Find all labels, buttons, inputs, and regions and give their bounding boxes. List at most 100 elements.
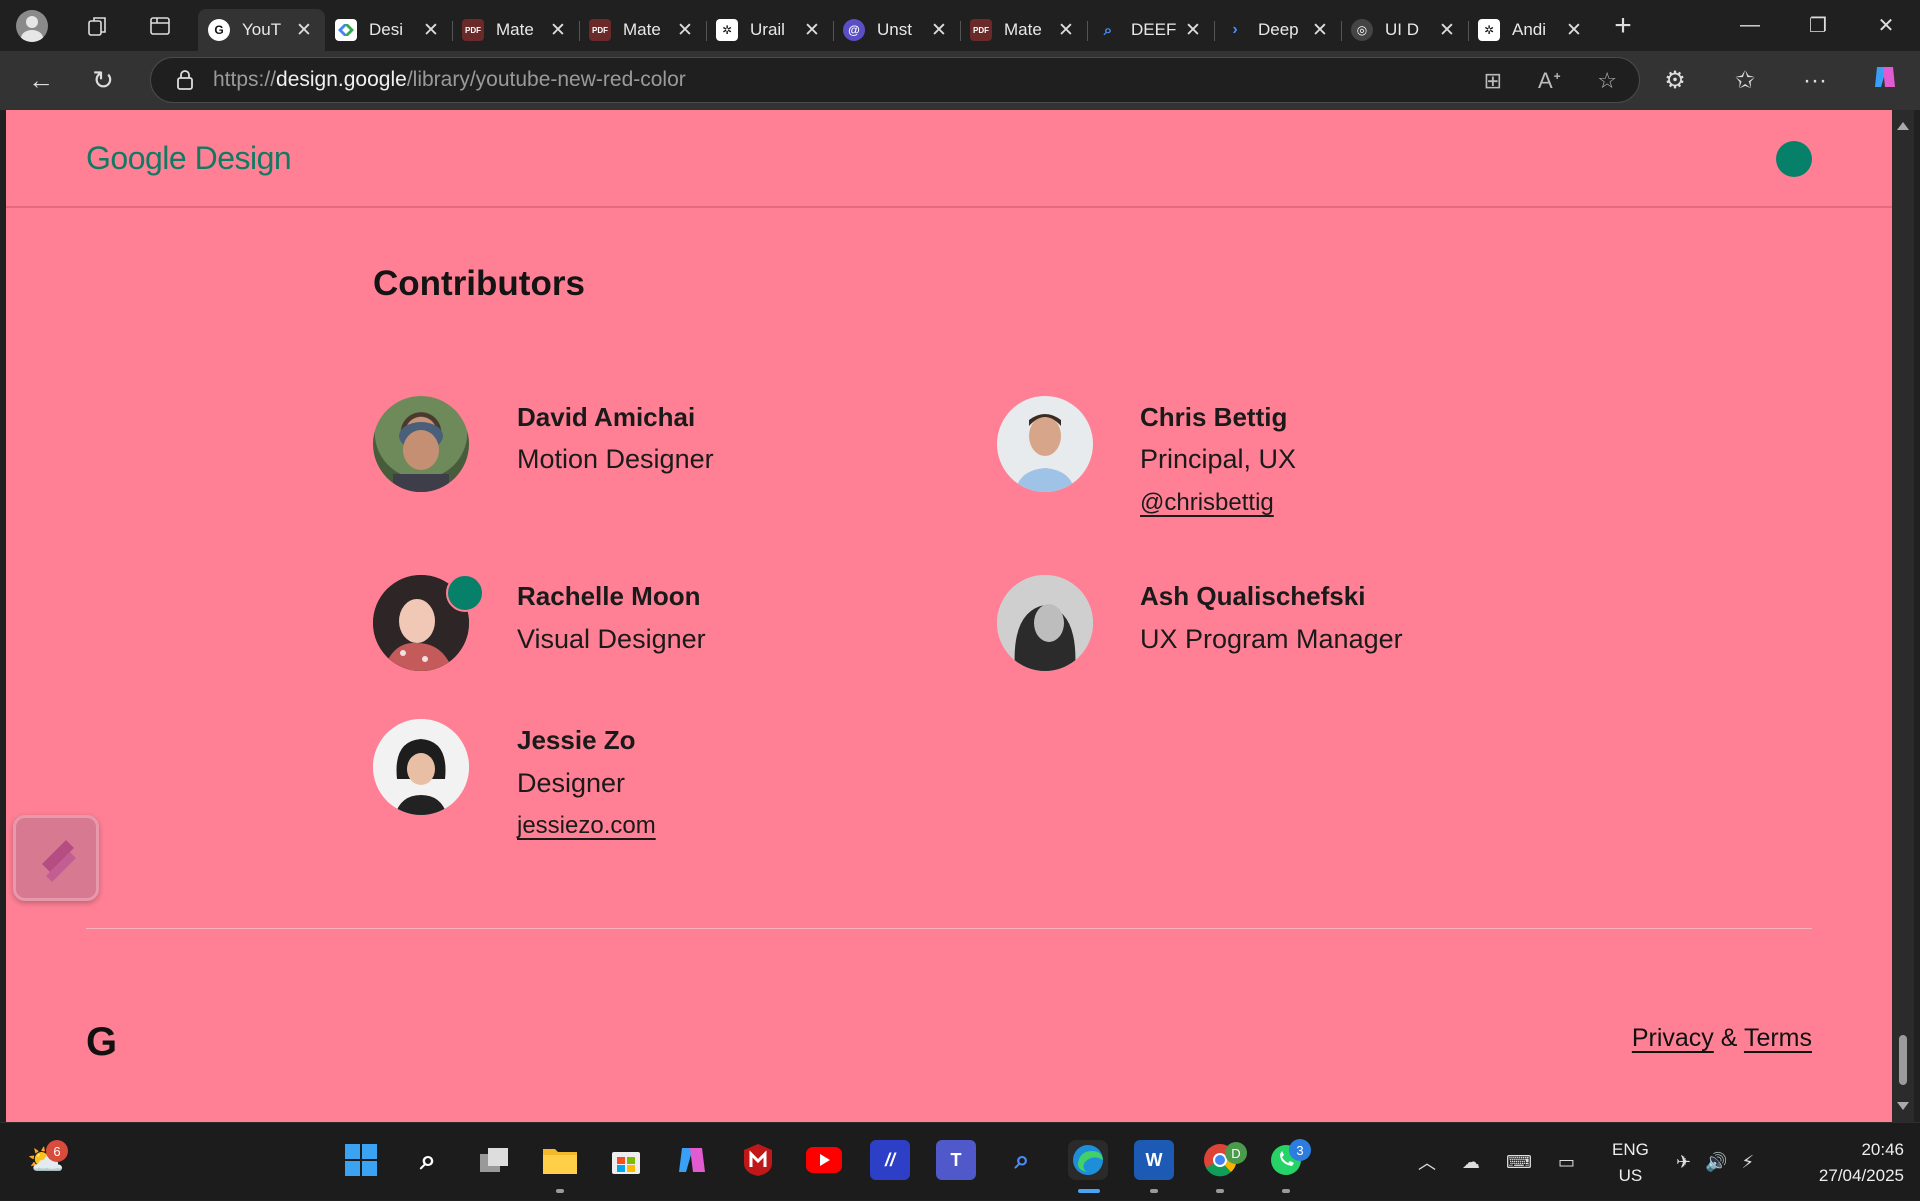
read-aloud-icon[interactable]: Aᐩ [1538, 68, 1561, 94]
search-app-icon[interactable]: ⌕ [1002, 1140, 1042, 1180]
refresh-button[interactable]: ↻ [78, 56, 128, 106]
scrollbar-thumb[interactable] [1899, 1035, 1907, 1085]
back-button[interactable]: ← [16, 56, 66, 106]
edge-icon[interactable] [1068, 1140, 1108, 1180]
avatar [997, 396, 1093, 492]
contributor-link[interactable]: @chrisbettig [1140, 489, 1274, 517]
more-menu-icon[interactable]: ··· [1780, 67, 1850, 95]
scroll-down-icon[interactable] [1897, 1102, 1909, 1110]
airplane-mode-icon[interactable]: ✈ [1676, 1152, 1691, 1173]
close-icon[interactable]: ✕ [1563, 19, 1585, 42]
favorites-icon[interactable]: ✩ [1710, 66, 1780, 95]
search-icon: ⌕ [1103, 21, 1113, 39]
browser-tab-strip: G YouT ✕ Desi ✕ PDF Mate ✕ PDF Mate ✕ ✲ … [0, 0, 1920, 51]
weather-badge: 6 [46, 1140, 68, 1162]
terms-link[interactable]: Terms [1744, 1024, 1812, 1052]
close-icon[interactable]: ✕ [674, 19, 696, 42]
close-icon[interactable]: ✕ [928, 19, 950, 42]
copilot-app-icon[interactable] [672, 1140, 712, 1180]
workspaces-icon[interactable] [78, 6, 118, 46]
contributor-name: David Amichai [517, 402, 696, 432]
window-edge [1914, 110, 1920, 1122]
avatar [997, 575, 1093, 671]
minimize-button[interactable]: — [1716, 0, 1784, 51]
chevron-up-icon[interactable]: ︿ [1418, 1149, 1436, 1175]
ampersand: & [1720, 1024, 1738, 1052]
onedrive-icon[interactable]: ☁ [1462, 1152, 1480, 1173]
task-view-icon[interactable] [474, 1140, 514, 1180]
youtube-icon[interactable] [804, 1140, 844, 1180]
close-icon[interactable]: ✕ [1182, 19, 1204, 42]
close-icon[interactable]: ✕ [547, 19, 569, 42]
language-indicator[interactable]: ENG US [1612, 1137, 1649, 1189]
privacy-link[interactable]: Privacy [1632, 1024, 1714, 1052]
close-window-button[interactable]: ✕ [1852, 0, 1920, 51]
app-available-icon[interactable]: ⊞ [1484, 68, 1502, 94]
scroll-up-icon[interactable] [1897, 122, 1909, 130]
avatar [373, 396, 469, 492]
url-text[interactable]: https://design.google/library/youtube-ne… [213, 68, 686, 92]
tab-label: Andi [1512, 20, 1547, 39]
display-icon[interactable]: ▭ [1558, 1152, 1575, 1173]
close-icon[interactable]: ✕ [1436, 19, 1458, 42]
tab-pdf-3[interactable]: PDF Mate ✕ [960, 9, 1087, 51]
contributor-name: Chris Bettig [1140, 402, 1288, 432]
profile-avatar-icon[interactable] [16, 9, 48, 42]
tab-unst[interactable]: @ Unst ✕ [833, 9, 960, 51]
favorite-star-icon[interactable]: ☆ [1597, 68, 1617, 94]
tab-urail[interactable]: ✲ Urail ✕ [706, 9, 833, 51]
openai-icon: ✲ [716, 19, 738, 41]
close-icon[interactable]: ✕ [801, 19, 823, 42]
tab-label: YouT [242, 20, 282, 39]
tab-label: DEEF [1131, 20, 1177, 39]
running-indicator [1216, 1189, 1224, 1193]
tab-deef[interactable]: ⌕ DEEF ✕ [1087, 9, 1214, 51]
lock-icon[interactable] [177, 70, 193, 90]
toolbar-right: ⚙ ✩ ··· [1640, 51, 1920, 110]
google-g-icon: G [208, 19, 230, 41]
tab-label: Unst [877, 20, 912, 39]
mcafee-icon[interactable] [738, 1140, 778, 1180]
tab-deep[interactable]: › Deep ✕ [1214, 9, 1341, 51]
chevron-icon: › [1232, 21, 1238, 38]
ms-store-icon[interactable] [606, 1140, 646, 1180]
battery-icon[interactable]: ⚡ [1742, 1152, 1755, 1173]
floating-extension-button[interactable] [13, 815, 99, 901]
tab-pdf-1[interactable]: PDF Mate ✕ [452, 9, 579, 51]
account-avatar[interactable] [1776, 141, 1812, 177]
tab-pdf-2[interactable]: PDF Mate ✕ [579, 9, 706, 51]
keyboard-icon[interactable]: ⌨ [1506, 1152, 1532, 1173]
address-bar[interactable]: https://design.google/library/youtube-ne… [150, 57, 1640, 103]
close-icon[interactable]: ✕ [420, 19, 442, 42]
tab-andi[interactable]: ✲ Andi ✕ [1468, 9, 1595, 51]
system-tray: ︿ ☁ ⌨ ▭ [1418, 1123, 1575, 1201]
close-icon[interactable]: ✕ [293, 19, 315, 42]
clock[interactable]: 20:46 27/04/2025 [1819, 1137, 1904, 1189]
contributor-name: Rachelle Moon [517, 581, 701, 611]
restore-button[interactable]: ❐ [1784, 0, 1852, 51]
close-icon[interactable]: ✕ [1055, 19, 1077, 42]
google-footer-logo[interactable]: G [86, 1020, 117, 1065]
tab-ui-d[interactable]: ◎ UI D ✕ [1341, 9, 1468, 51]
search-icon[interactable]: ⌕ [408, 1140, 448, 1180]
start-icon[interactable] [341, 1140, 381, 1180]
word-icon[interactable]: W [1134, 1140, 1174, 1180]
page-scrollbar[interactable] [1892, 110, 1914, 1122]
app-icon[interactable]: // [870, 1140, 910, 1180]
google-design-logo[interactable]: Google Design [86, 140, 292, 177]
whatsapp-badge: 3 [1289, 1139, 1311, 1161]
file-explorer-icon[interactable] [540, 1140, 580, 1180]
tab-youtube[interactable]: G YouT ✕ [198, 9, 325, 51]
new-tab-button[interactable]: + [1601, 4, 1645, 48]
teams-icon[interactable]: T [936, 1140, 976, 1180]
volume-icon[interactable]: 🔊 [1705, 1152, 1727, 1173]
close-icon[interactable]: ✕ [1309, 19, 1331, 42]
tab-design[interactable]: Desi ✕ [325, 9, 452, 51]
tab-list: G YouT ✕ Desi ✕ PDF Mate ✕ PDF Mate ✕ ✲ … [198, 0, 1595, 51]
running-indicator [1282, 1189, 1290, 1193]
contributor-link[interactable]: jessiezo.com [517, 812, 656, 840]
tab-actions-icon[interactable] [140, 6, 180, 46]
browser-toolbar: ← ↻ https://design.google/library/youtub… [0, 51, 1920, 110]
copilot-icon[interactable] [1850, 63, 1920, 98]
extensions-icon[interactable]: ⚙ [1640, 66, 1710, 95]
